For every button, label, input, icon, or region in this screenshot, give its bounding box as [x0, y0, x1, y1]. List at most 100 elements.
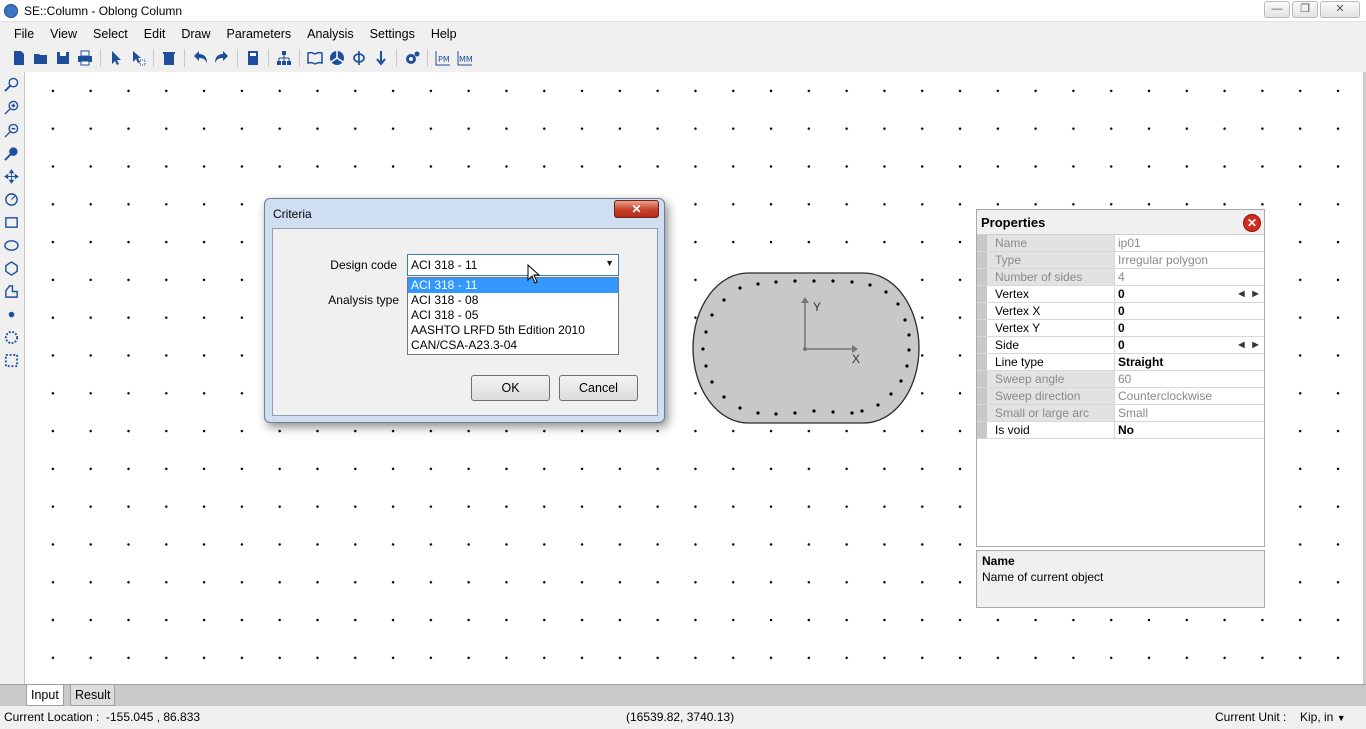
- column-section[interactable]: X Y: [690, 270, 922, 428]
- option-can-csa[interactable]: CAN/CSA-A23.3-04: [408, 338, 618, 353]
- prop-row-type[interactable]: Type Irregular polygon: [977, 252, 1264, 269]
- prop-value: Irregular polygon: [1118, 253, 1209, 267]
- menu-help[interactable]: Help: [423, 25, 465, 43]
- chevron-down-icon[interactable]: ▼: [1337, 713, 1346, 723]
- tab-result[interactable]: Result: [70, 685, 116, 706]
- prop-value: ip01: [1118, 236, 1141, 250]
- zoom-out-icon[interactable]: [0, 119, 22, 141]
- chevron-right-icon[interactable]: ▶: [1249, 287, 1262, 300]
- menu-edit[interactable]: Edit: [136, 25, 174, 43]
- title-bar: SE::Column - Oblong Column — ❐ ✕: [0, 0, 1366, 22]
- tab-input[interactable]: Input: [26, 685, 64, 706]
- location-value: -155.045 , 86.833: [106, 710, 201, 724]
- draw-polygon-icon[interactable]: [0, 257, 22, 279]
- menu-parameters[interactable]: Parameters: [219, 25, 300, 43]
- prop-row-sweep-angle[interactable]: Sweep angle 60: [977, 371, 1264, 388]
- prop-row-side[interactable]: Side 0 ◀ ▶: [977, 337, 1264, 354]
- menu-analysis[interactable]: Analysis: [299, 25, 362, 43]
- menu-bar: File View Select Edit Draw Parameters An…: [0, 23, 1366, 44]
- menu-view[interactable]: View: [42, 25, 85, 43]
- option-aashto-lrfd[interactable]: AASHTO LRFD 5th Edition 2010: [408, 323, 618, 338]
- design-code-label: Design code: [330, 258, 397, 272]
- design-code-options: ACI 318 - 11 ACI 318 - 08 ACI 318 - 05 A…: [407, 277, 619, 355]
- pm-label: PM: [438, 55, 450, 64]
- model-coordinates: (16539.82, 3740.13): [626, 710, 735, 724]
- select-window-icon[interactable]: [127, 47, 149, 69]
- pm-diagram-icon[interactable]: PM: [432, 47, 454, 69]
- prop-row-vertex-x[interactable]: Vertex X 0: [977, 303, 1264, 320]
- save-icon[interactable]: [52, 47, 74, 69]
- menu-draw[interactable]: Draw: [173, 25, 218, 43]
- menu-file[interactable]: File: [6, 25, 42, 43]
- option-aci-318-05[interactable]: ACI 318 - 05: [408, 308, 618, 323]
- print-icon[interactable]: [74, 47, 96, 69]
- zoom-in-icon[interactable]: [0, 96, 22, 118]
- option-aci-318-11[interactable]: ACI 318 - 11: [408, 278, 618, 293]
- zoom-extents-icon[interactable]: [0, 73, 22, 95]
- new-file-icon[interactable]: [8, 47, 30, 69]
- rebar-circle-icon[interactable]: [0, 326, 22, 348]
- book-icon[interactable]: [304, 47, 326, 69]
- draw-irregular-polygon-icon[interactable]: [0, 280, 22, 302]
- dropdown-arrow-icon[interactable]: ▼: [605, 258, 614, 268]
- zoom-window-icon[interactable]: [0, 142, 22, 164]
- redo-icon[interactable]: [211, 47, 233, 69]
- prop-value: Counterclockwise: [1118, 389, 1213, 403]
- hierarchy-icon[interactable]: [273, 47, 295, 69]
- prop-row-small-or-large-arc[interactable]: Small or large arc Small: [977, 405, 1264, 422]
- toolbar: PM MM: [0, 45, 1366, 71]
- chevron-left-icon[interactable]: ◀: [1235, 338, 1248, 351]
- open-folder-icon[interactable]: [30, 47, 52, 69]
- properties-close-button[interactable]: ✕: [1243, 214, 1261, 232]
- rebar-grid-icon[interactable]: [0, 349, 22, 371]
- select-pointer-icon[interactable]: [105, 47, 127, 69]
- prop-key: Vertex X: [987, 303, 1115, 319]
- prop-row-name[interactable]: Name ip01: [977, 235, 1264, 252]
- delete-icon[interactable]: [158, 47, 180, 69]
- chevron-left-icon[interactable]: ◀: [1235, 287, 1248, 300]
- draw-circle-icon[interactable]: [0, 188, 22, 210]
- mm-diagram-icon[interactable]: MM: [454, 47, 476, 69]
- close-window-button[interactable]: ✕: [1320, 1, 1360, 18]
- window-title: SE::Column - Oblong Column: [24, 3, 183, 18]
- draw-oblong-icon[interactable]: [0, 234, 22, 256]
- prop-value[interactable]: No: [1115, 422, 1264, 438]
- prop-value: 4: [1118, 270, 1125, 284]
- chevron-right-icon[interactable]: ▶: [1249, 338, 1262, 351]
- prop-value[interactable]: 0: [1115, 303, 1264, 319]
- option-aci-318-08[interactable]: ACI 318 - 08: [408, 293, 618, 308]
- maximize-button[interactable]: ❐: [1292, 1, 1318, 18]
- prop-key: Type: [987, 252, 1115, 268]
- rebar-point-icon[interactable]: [0, 303, 22, 325]
- ok-button[interactable]: OK: [471, 375, 550, 401]
- down-arrow-icon[interactable]: [370, 47, 392, 69]
- menu-settings[interactable]: Settings: [362, 25, 423, 43]
- prop-row-number-of-sides[interactable]: Number of sides 4: [977, 269, 1264, 286]
- prop-value[interactable]: Straight: [1115, 354, 1264, 370]
- prop-value[interactable]: 0: [1118, 338, 1125, 352]
- menu-select[interactable]: Select: [85, 25, 136, 43]
- prop-row-sweep-direction[interactable]: Sweep direction Counterclockwise: [977, 388, 1264, 405]
- cancel-button[interactable]: Cancel: [559, 375, 638, 401]
- pie-section-icon[interactable]: [326, 47, 348, 69]
- phi-icon[interactable]: [348, 47, 370, 69]
- bottom-tab-bar: Input Result: [0, 684, 1366, 706]
- draw-rectangle-icon[interactable]: [0, 211, 22, 233]
- prop-value[interactable]: 0: [1118, 287, 1125, 301]
- unit-select[interactable]: Kip, in ▼: [1300, 706, 1346, 729]
- dialog-close-button[interactable]: ✕: [614, 200, 659, 218]
- design-code-select[interactable]: ACI 318 - 11 ▼: [407, 254, 619, 276]
- prop-row-line-type[interactable]: Line type Straight: [977, 354, 1264, 371]
- analysis-type-label: Analysis type: [328, 293, 399, 307]
- y-axis-label: Y: [813, 300, 821, 314]
- undo-icon[interactable]: [189, 47, 211, 69]
- minimize-button[interactable]: —: [1264, 1, 1290, 18]
- settings-gear-icon[interactable]: [401, 47, 423, 69]
- prop-row-vertex-y[interactable]: Vertex Y 0: [977, 320, 1264, 337]
- prop-key: Line type: [987, 354, 1115, 370]
- calculator-icon[interactable]: [242, 47, 264, 69]
- prop-row-vertex[interactable]: Vertex 0 ◀ ▶: [977, 286, 1264, 303]
- prop-row-is-void[interactable]: Is void No: [977, 422, 1264, 439]
- pan-icon[interactable]: [0, 165, 22, 187]
- prop-value[interactable]: 0: [1115, 320, 1264, 336]
